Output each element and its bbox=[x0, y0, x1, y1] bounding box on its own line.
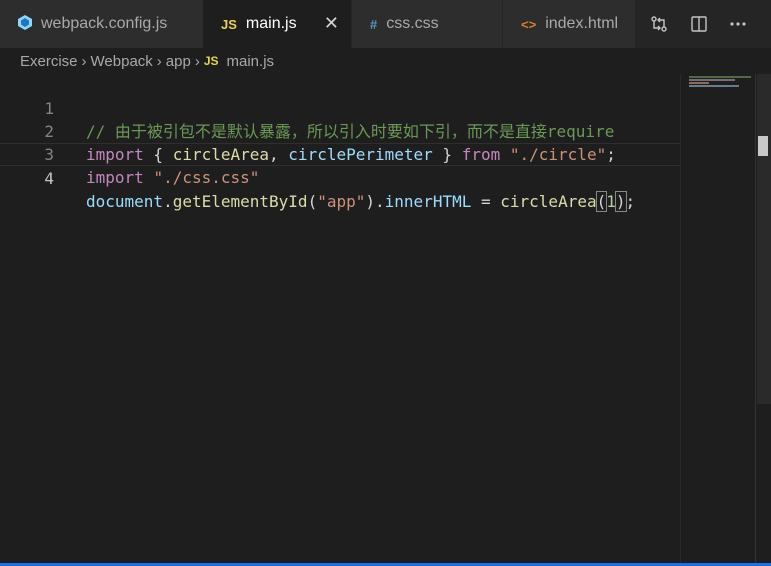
tab-label: css.css bbox=[386, 15, 439, 32]
code-editor[interactable]: 1 // 由于被引包不是默认暴露，所以引入时要如下引，而不是直接require … bbox=[0, 74, 680, 566]
tab-bar: webpack.config.js JS main.js ✕ # css.css… bbox=[0, 0, 771, 48]
tab-index-html[interactable]: <> index.html bbox=[503, 0, 635, 48]
more-actions-icon[interactable] bbox=[726, 12, 750, 36]
breadcrumb-item-file[interactable]: main.js bbox=[227, 53, 275, 70]
chevron-right-icon: › bbox=[156, 52, 162, 70]
breadcrumb-item-exercise[interactable]: Exercise bbox=[20, 53, 78, 70]
punctuation: = bbox=[471, 192, 501, 211]
tab-label: webpack.config.js bbox=[41, 15, 168, 32]
scroll-thumb[interactable] bbox=[757, 74, 771, 404]
chevron-right-icon: › bbox=[194, 52, 200, 70]
keyword-import: import bbox=[86, 168, 144, 187]
function-call: circleArea bbox=[500, 192, 597, 211]
js-file-icon: JS bbox=[203, 54, 219, 68]
bracket-match: ) bbox=[614, 191, 627, 212]
minimap-line bbox=[689, 79, 735, 81]
punctuation: . bbox=[375, 192, 385, 211]
bracket-match: ( bbox=[595, 191, 608, 212]
code-line: 3 import "./css.css" bbox=[0, 120, 680, 187]
identifier: document bbox=[86, 192, 164, 211]
breadcrumb-item-webpack[interactable]: Webpack bbox=[91, 53, 153, 70]
minimap-line bbox=[689, 85, 739, 87]
html-file-icon: <> bbox=[521, 16, 537, 32]
breadcrumb-item-app[interactable]: app bbox=[166, 53, 191, 70]
tab-label: index.html bbox=[545, 15, 619, 32]
punctuation: ( bbox=[307, 192, 318, 211]
tab-main-js[interactable]: JS main.js ✕ bbox=[203, 0, 351, 48]
string-literal: "app" bbox=[317, 192, 366, 211]
vertical-scrollbar[interactable] bbox=[755, 74, 771, 566]
compare-changes-icon[interactable] bbox=[647, 12, 671, 36]
close-icon[interactable]: ✕ bbox=[324, 13, 339, 34]
chevron-right-icon: › bbox=[81, 52, 87, 70]
js-file-icon: JS bbox=[221, 16, 237, 32]
line-number: 4 bbox=[44, 169, 54, 188]
code-line: 2 import { circleArea, circlePerimeter }… bbox=[0, 97, 680, 164]
breadcrumb: Exercise › Webpack › app › JS main.js bbox=[0, 48, 771, 74]
method-name: getElementById bbox=[172, 192, 308, 211]
punctuation: . bbox=[163, 192, 173, 211]
punctuation: ) bbox=[365, 192, 376, 211]
minimap[interactable] bbox=[680, 74, 755, 566]
string-literal: "./css.css" bbox=[153, 168, 260, 187]
tab-label: main.js bbox=[245, 15, 297, 32]
code-line: 1 // 由于被引包不是默认暴露，所以引入时要如下引，而不是直接require bbox=[0, 74, 680, 141]
split-editor-icon[interactable] bbox=[687, 12, 711, 36]
property-name: innerHTML bbox=[384, 192, 472, 211]
css-file-icon: # bbox=[370, 16, 378, 32]
minimap-line bbox=[689, 82, 709, 84]
webpack-file-icon bbox=[18, 15, 32, 33]
punctuation: ; bbox=[625, 192, 636, 211]
code-line-current: 4 document.getElementById("app").innerHT… bbox=[0, 143, 680, 212]
minimap-line bbox=[689, 76, 751, 78]
tab-webpack-config[interactable]: webpack.config.js bbox=[0, 0, 203, 48]
number-literal: 1 bbox=[606, 192, 616, 211]
scroll-position-marker bbox=[758, 136, 768, 156]
tab-css-css[interactable]: # css.css bbox=[352, 0, 502, 48]
